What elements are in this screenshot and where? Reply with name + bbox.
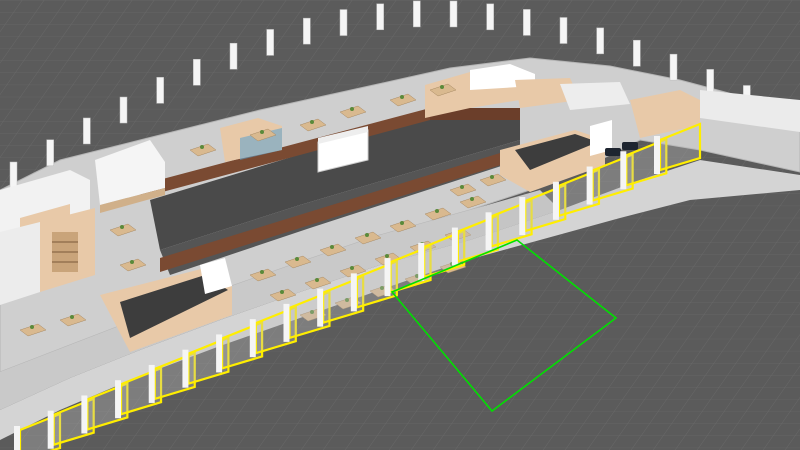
potted-plant-icon [280,290,284,294]
wall-pillar [339,9,348,36]
potted-plant-icon [490,175,494,179]
wall-pillar [156,77,164,104]
wall-pillar [303,17,311,45]
wall-pillar [596,27,604,55]
wall-pillar [559,17,568,44]
potted-plant-icon [400,95,404,99]
wall-pillar [633,39,641,67]
potted-plant-icon [435,209,439,213]
wall-pillar [119,96,128,124]
wall-pillar [413,0,421,28]
potted-plant-icon [70,315,74,319]
potted-plant-icon [470,197,474,201]
wall-pillar [9,161,18,189]
bookshelf-icon [52,232,78,272]
wall-pillar [669,53,678,81]
potted-plant-icon [30,325,34,329]
wall-pillar [449,0,458,28]
wall-pillar [486,3,494,31]
potted-plant-icon [350,107,354,111]
potted-plant-icon [310,120,314,124]
wall-pillar [46,139,54,167]
potted-plant-icon [440,85,444,89]
potted-plant-icon [200,145,204,149]
potted-plant-icon [130,260,134,264]
wall-pillar [83,117,91,145]
potted-plant-icon [120,225,124,229]
potted-plant-icon [315,278,319,282]
potted-plant-icon [385,254,389,258]
scene-canvas[interactable] [0,0,800,450]
potted-plant-icon [460,185,464,189]
potted-plant-icon [365,233,369,237]
wall-pillar [266,29,274,56]
potted-plant-icon [350,266,354,270]
wall-pillar [229,42,238,70]
3d-viewport[interactable] [0,0,800,450]
potted-plant-icon [400,221,404,225]
potted-plant-icon [295,257,299,261]
potted-plant-icon [260,130,264,134]
wall-pillar [193,59,201,86]
wall-pillar [376,3,384,31]
wall-pillar [523,9,531,36]
potted-plant-icon [330,245,334,249]
potted-plant-icon [260,270,264,274]
